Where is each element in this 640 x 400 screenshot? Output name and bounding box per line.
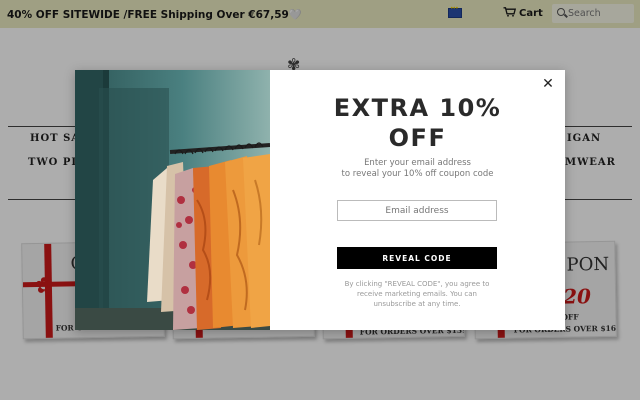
reveal-code-button[interactable]: REVEAL CODE [337, 247, 497, 269]
popup-subtitle: Enter your email address to reveal your … [315, 158, 520, 180]
popup-headline: EXTRA 10% OFF [315, 93, 520, 153]
subtitle-line-1: Enter your email address [364, 158, 471, 168]
email-signup-modal: ✕ EXTRA 10% OFF Enter your email address… [75, 70, 565, 330]
subtitle-line-2: to reveal your 10% off coupon code [341, 169, 494, 179]
email-field[interactable] [337, 200, 497, 221]
headline-line-2: OFF [388, 124, 447, 152]
clothing-rack-image [75, 70, 270, 330]
legal-disclaimer: By clicking "REVEAL CODE", you agree to … [344, 280, 490, 308]
close-icon[interactable]: ✕ [540, 76, 556, 92]
clothing-rack-illustration [75, 70, 270, 330]
headline-line-1: EXTRA 10% [333, 94, 502, 122]
